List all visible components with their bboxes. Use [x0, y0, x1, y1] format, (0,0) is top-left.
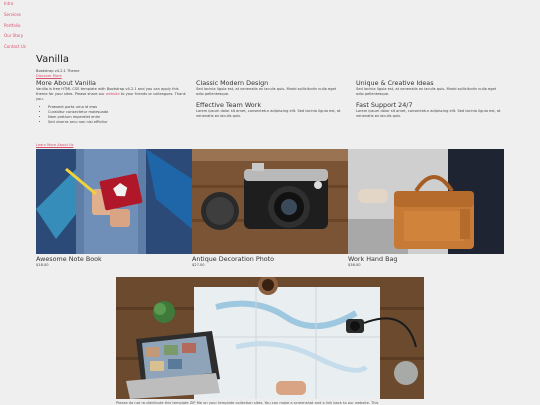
handbag-photo[interactable] — [348, 149, 504, 254]
nav-link-services[interactable]: Services — [4, 12, 26, 17]
product-name[interactable]: Work Hand Bag — [348, 255, 504, 263]
feature-heading: Unique & Creative Ideas — [356, 79, 434, 87]
feature-text: Sed lacinia ligula est, at venenatis ex … — [356, 87, 497, 96]
site-title: Vanilla — [36, 54, 69, 65]
features-column-middle: Classic Modern Design Sed lacinia ligula… — [196, 80, 344, 119]
nav-link-our-story[interactable]: Our Story — [4, 34, 26, 38]
nav-link-contact-us[interactable]: Contact Us — [4, 45, 26, 49]
product-name[interactable]: Awesome Note Book — [36, 255, 192, 263]
product-card-notebook[interactable]: Awesome Note Book $18.00 — [36, 149, 192, 267]
bullet-item: Sed viverra arcu non nisi efficitur — [48, 120, 188, 125]
nav-link-intro[interactable]: Intro — [4, 2, 26, 6]
site-tagline: Bootstrap v4.2.1 Theme — [36, 69, 80, 73]
product-price: $27.00 — [192, 263, 205, 267]
camera-photo[interactable] — [192, 149, 348, 254]
product-price: $36.00 — [348, 263, 361, 267]
product-card-camera[interactable]: Antique Decoration Photo $27.00 — [192, 149, 348, 267]
notebook-photo[interactable] — [36, 149, 192, 254]
feature-text: Sed lacinia ligula est, at venenatis ex … — [196, 87, 337, 96]
product-price: $18.00 — [36, 263, 49, 267]
feature-heading: Effective Team Work — [196, 101, 262, 109]
product-name[interactable]: Antique Decoration Photo — [192, 255, 348, 263]
discover-more-link[interactable]: Discover More — [36, 74, 62, 78]
footer-caption: Please do not re-distribute this templat… — [116, 401, 379, 405]
about-bullet-list: Praesent porta urna id eros Curabitur co… — [36, 105, 188, 125]
top-nav: Intro Services Portfolio Our Story Conta… — [4, 2, 26, 56]
about-heading: More About Vanilla — [36, 79, 96, 87]
feature-heading: Fast Support 24/7 — [356, 101, 413, 109]
about-section: More About Vanilla Vanilla is free HTML … — [36, 80, 188, 125]
learn-more-link[interactable]: Learn More About Us — [36, 143, 74, 147]
feature-text: Lorem ipsum dolor sit amet, consectetur … — [356, 109, 501, 118]
about-text: Vanilla is free HTML CSS template with B… — [36, 87, 188, 102]
nav-link-portfolio[interactable]: Portfolio — [4, 23, 26, 28]
features-column-right: Unique & Creative Ideas Sed lacinia ligu… — [356, 80, 504, 119]
feature-heading: Classic Modern Design — [196, 79, 269, 87]
product-card-handbag[interactable]: Work Hand Bag $36.00 — [348, 149, 504, 267]
website-link[interactable]: website — [106, 92, 120, 96]
feature-text: Lorem ipsum dolor sit amet, consectetur … — [196, 109, 341, 118]
hero-map-photo — [116, 277, 424, 399]
